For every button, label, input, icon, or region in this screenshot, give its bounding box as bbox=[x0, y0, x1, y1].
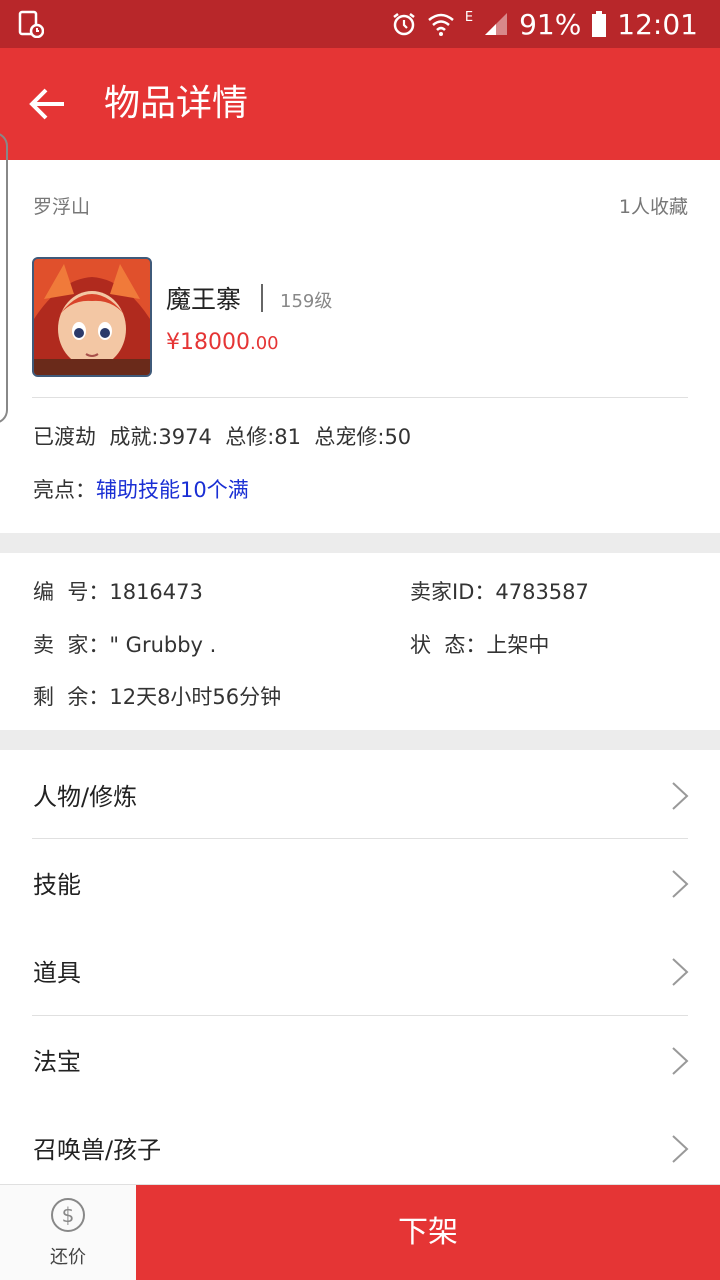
menu-item-treasures[interactable]: 法宝 bbox=[0, 1016, 720, 1104]
app-bar: 物品详情 bbox=[0, 48, 720, 160]
battery-percent: 91% bbox=[519, 7, 582, 41]
menu-item-label: 技能 bbox=[33, 871, 81, 899]
back-arrow-icon[interactable] bbox=[26, 82, 70, 126]
menu-item-label: 道具 bbox=[33, 959, 81, 987]
bargain-button[interactable]: $ 还价 bbox=[0, 1185, 136, 1280]
status-bar: E 91% 12:01 bbox=[0, 0, 720, 48]
chevron-right-icon bbox=[672, 958, 689, 986]
battery-icon bbox=[592, 11, 607, 37]
chevron-right-icon bbox=[672, 870, 689, 898]
alarm-icon bbox=[393, 13, 415, 36]
name-divider bbox=[261, 284, 263, 312]
wifi-icon bbox=[428, 13, 454, 36]
seller-id: 卖家ID：4783587 bbox=[410, 580, 589, 604]
bottom-action-bar: $ 还价 下架 bbox=[0, 1184, 720, 1280]
screenshot-notification-icon bbox=[18, 10, 44, 38]
time-remaining: 剩 余：12天8小时56分钟 bbox=[33, 685, 282, 709]
listing-status: 状 态：上架中 bbox=[410, 633, 550, 657]
character-avatar[interactable] bbox=[32, 257, 152, 377]
bargain-label: 还价 bbox=[50, 1247, 86, 1268]
price-integer: ¥18000 bbox=[166, 330, 250, 355]
signal-icon bbox=[485, 13, 508, 35]
price: ¥18000.00 bbox=[166, 330, 279, 355]
menu-item-pets-children[interactable]: 召唤兽/孩子 bbox=[0, 1104, 720, 1192]
server-name: 罗浮山 bbox=[33, 196, 91, 218]
delist-button[interactable]: 下架 bbox=[136, 1185, 720, 1280]
character-class: 魔王寨 bbox=[166, 285, 242, 314]
menu-item-label: 人物/修炼 bbox=[33, 783, 138, 811]
chevron-right-icon bbox=[672, 782, 689, 810]
divider bbox=[32, 397, 688, 398]
favorite-count: 1人收藏 bbox=[618, 196, 688, 218]
character-level: 159级 bbox=[280, 291, 333, 312]
menu-item-items[interactable]: 道具 bbox=[0, 927, 720, 1015]
chevron-right-icon bbox=[672, 1135, 689, 1163]
menu-item-character-cultivation[interactable]: 人物/修炼 bbox=[0, 751, 720, 839]
section-separator bbox=[0, 730, 720, 750]
side-drawer-handle[interactable] bbox=[0, 132, 8, 424]
section-separator bbox=[0, 533, 720, 553]
highlight-label: 亮点： bbox=[33, 478, 96, 502]
highlight-row: 亮点：辅助技能10个满 bbox=[33, 474, 249, 504]
chevron-right-icon bbox=[672, 1047, 689, 1075]
menu-item-skills[interactable]: 技能 bbox=[0, 839, 720, 927]
character-portrait-image bbox=[34, 259, 150, 375]
item-number: 编 号：1816473 bbox=[33, 580, 203, 604]
seller-name: 卖 家：" Grubby . bbox=[33, 633, 217, 657]
highlight-value: 辅助技能10个满 bbox=[96, 478, 249, 502]
price-decimal: .00 bbox=[249, 333, 279, 354]
menu-item-label: 法宝 bbox=[33, 1048, 81, 1076]
svg-text:$: $ bbox=[62, 1203, 75, 1227]
menu-item-label: 召唤兽/孩子 bbox=[33, 1136, 162, 1164]
character-stats: 已渡劫 成就:3974 总修:81 总宠修:50 bbox=[33, 425, 412, 449]
page-title: 物品详情 bbox=[104, 83, 249, 124]
dollar-icon: $ bbox=[51, 1198, 85, 1232]
clock: 12:01 bbox=[617, 7, 698, 41]
network-type: E bbox=[464, 10, 474, 25]
